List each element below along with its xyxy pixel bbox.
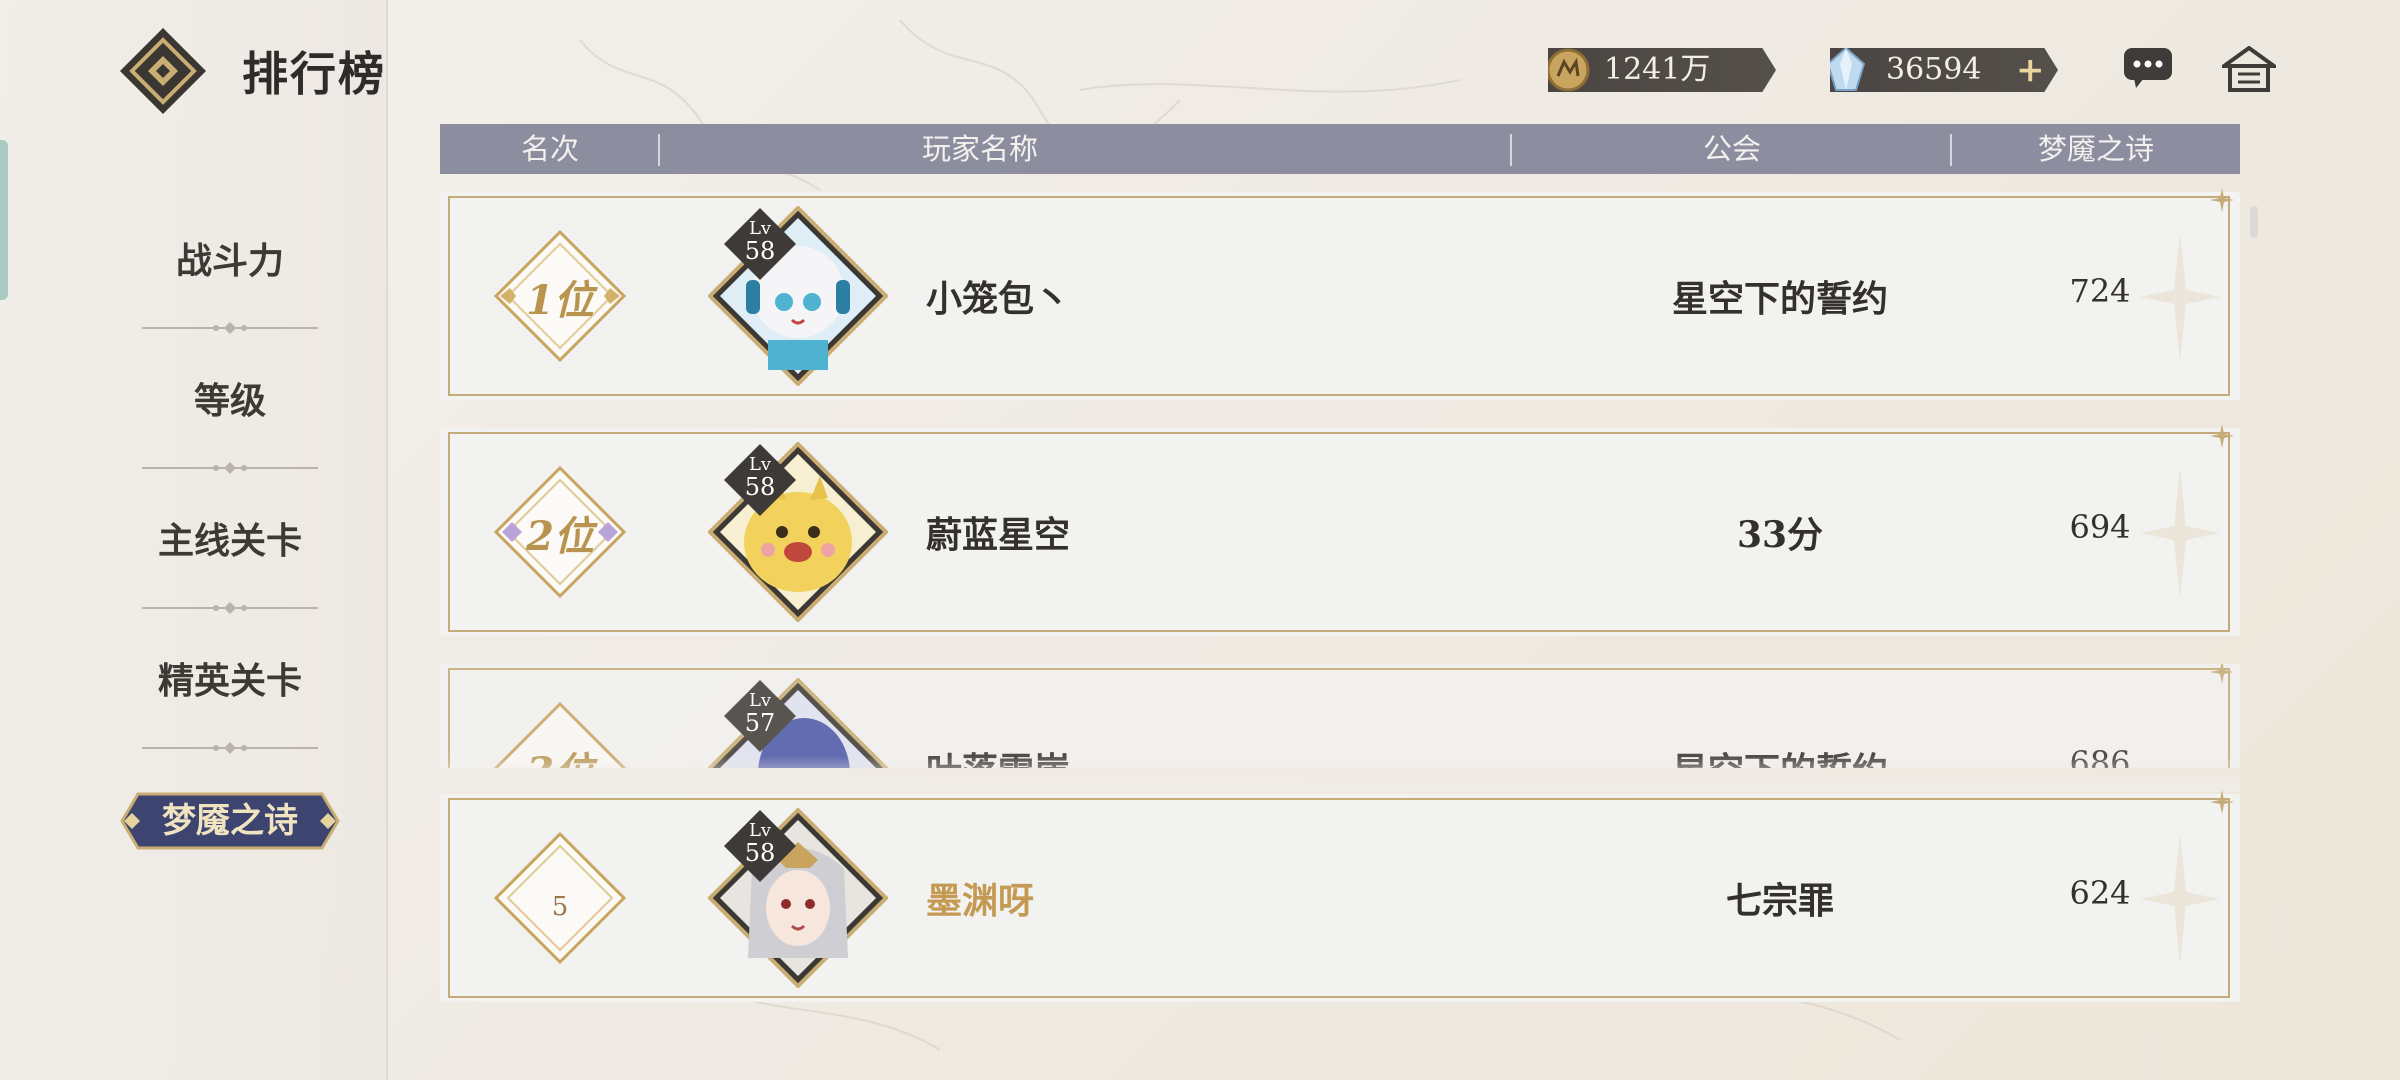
gold-coin-icon: [1548, 48, 1590, 92]
gem-currency: 36594 +: [1830, 48, 2058, 92]
sparkle-decoration-icon: [2140, 232, 2220, 362]
level-label: Lv 57: [744, 690, 776, 737]
player-name[interactable]: 小笼包丶: [926, 270, 1070, 322]
guild-name: 星空下的誓约: [1671, 278, 1888, 320]
menu-divider: [142, 602, 318, 614]
corner-star-icon: [2210, 424, 2234, 448]
ranking-table-header: 名次 玩家名称 公会 梦魇之诗: [440, 124, 2240, 174]
guild-name: 七宗罪: [1725, 880, 1834, 922]
gold-currency: 1241万: [1548, 48, 1776, 92]
active-tab-label: 梦魇之诗: [162, 801, 298, 841]
level-label: Lv 58: [744, 454, 776, 501]
corner-star-icon: [2210, 790, 2234, 814]
table-row[interactable]: 2位 Lv 58 蔚蓝星空 33分 694: [440, 424, 2240, 636]
header-nightmare-poem: 梦魇之诗: [2037, 132, 2154, 166]
scrollbar[interactable]: [2250, 206, 2258, 238]
self-player-name[interactable]: 墨渊呀: [926, 872, 1034, 924]
rank-label: 5: [551, 892, 569, 922]
guild-name: 33分: [1736, 514, 1824, 556]
rank-label: 2位: [526, 513, 594, 560]
menu-item-main-stage[interactable]: 主线关卡: [0, 496, 460, 586]
corner-star-icon: [2210, 664, 2234, 684]
header-guild: 公会: [1702, 132, 1761, 166]
page-title: 排行榜: [242, 47, 386, 101]
sparkle-decoration-icon: [2140, 834, 2220, 964]
scroll-fade: [440, 756, 2240, 792]
level-label: Lv 58: [744, 218, 776, 265]
header-player-name: 玩家名称: [921, 132, 1038, 166]
home-icon[interactable]: [2222, 46, 2276, 92]
self-ranking-row[interactable]: 5 Lv 58 墨渊呀 七宗罪 624: [440, 790, 2240, 1002]
crystal-gem-icon: [1830, 48, 1866, 91]
corner-star-icon: [2210, 188, 2234, 212]
rank-label: 1位: [526, 277, 594, 324]
back-icon[interactable]: [118, 26, 208, 116]
header-rank: 名次: [520, 132, 579, 166]
sparkle-decoration-icon: [2140, 468, 2220, 598]
menu-item-level[interactable]: 等级: [0, 356, 460, 446]
table-row[interactable]: 1位 Lv 58 小笼包丶 星空下的誓约 724: [440, 188, 2240, 400]
menu-item-combat-power[interactable]: 战斗力: [0, 216, 460, 306]
menu-divider: [142, 322, 318, 334]
menu-item-elite-stage[interactable]: 精英关卡: [0, 636, 460, 726]
table-row[interactable]: 3位 Lv57 叶落雪崖 星空下的誓约 686: [440, 664, 2240, 768]
menu-divider: [142, 742, 318, 754]
level-label: Lv 58: [744, 820, 776, 867]
menu-divider: [142, 462, 318, 474]
player-name[interactable]: 蔚蓝星空: [926, 506, 1070, 558]
chat-icon[interactable]: [2122, 46, 2174, 90]
gold-amount: 1241万: [1604, 52, 1711, 87]
menu-item-nightmare-poem-active[interactable]: 梦魇之诗: [116, 790, 344, 852]
add-gems-button[interactable]: +: [2016, 48, 2045, 92]
gem-amount: 36594: [1886, 52, 1982, 87]
